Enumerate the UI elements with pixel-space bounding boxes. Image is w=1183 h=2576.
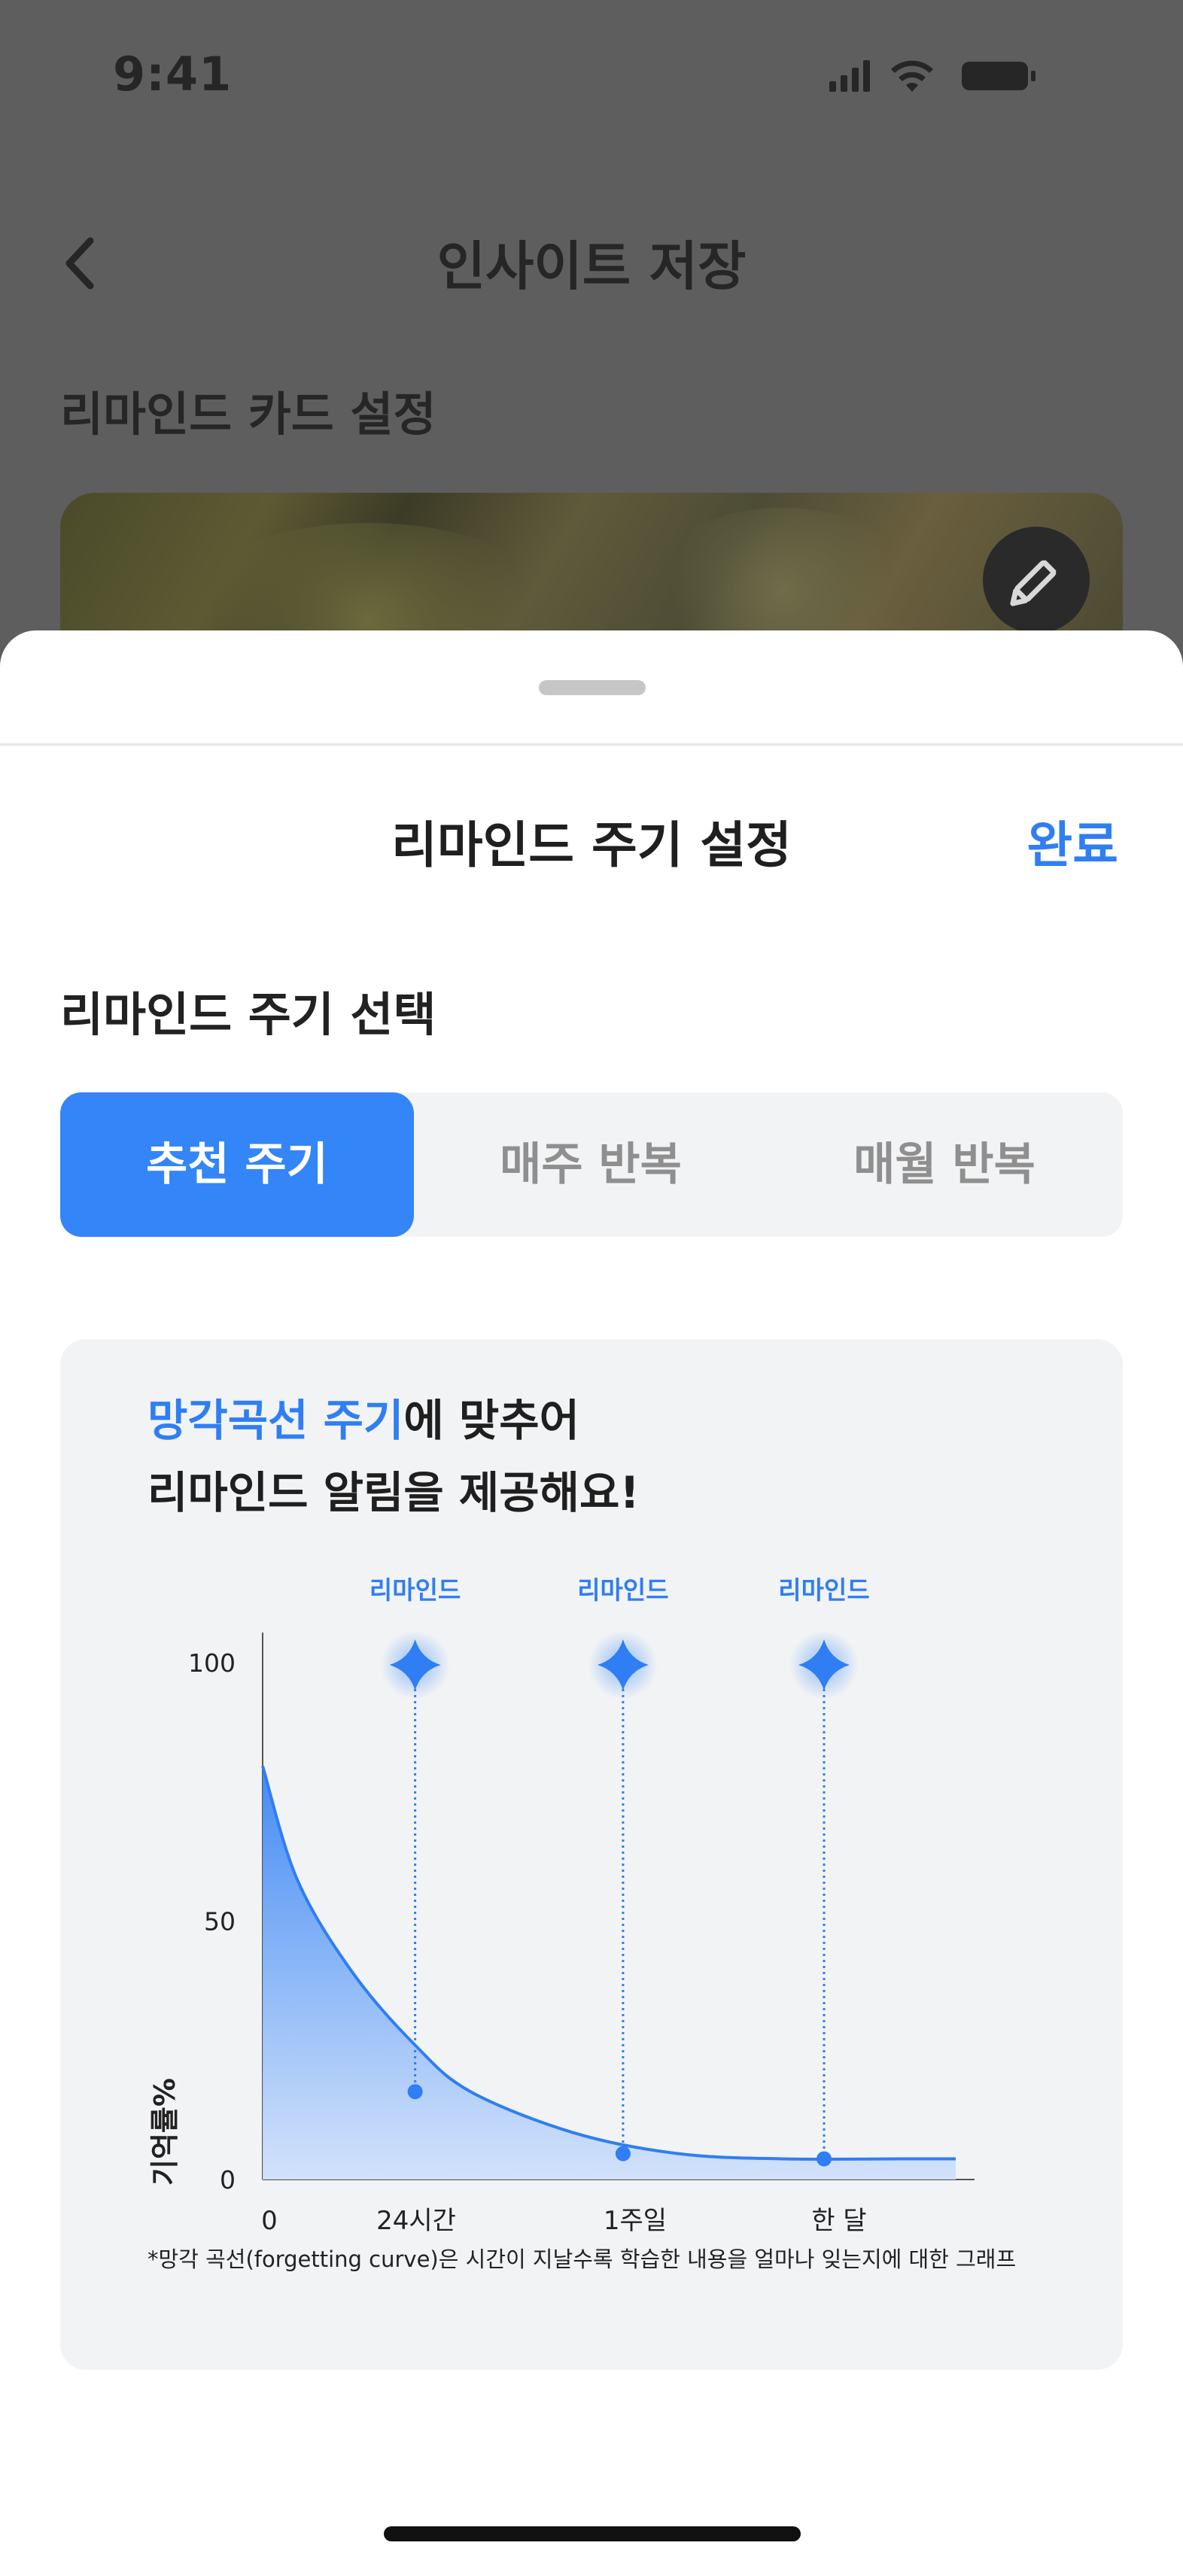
sheet-grabber[interactable] <box>539 680 646 695</box>
x-tick-label: 0 <box>261 2206 278 2236</box>
forgetting-curve-chart: 100 50 0 기억률% 0 24시간 1주일 한 달 리마인드 리마인드 리마인드 <box>148 1575 975 2236</box>
background-page-title: 인사이트 저장 <box>436 235 747 297</box>
reminder-label: 리마인드 <box>577 1575 668 1605</box>
option-recommended-cycle[interactable]: 추천 주기 <box>60 1092 414 1237</box>
x-tick-label: 한 달 <box>811 2206 866 2236</box>
curve-area <box>263 1766 956 2180</box>
y-tick-label: 100 <box>188 1648 236 1678</box>
status-icons <box>829 60 1036 92</box>
forgetting-curve-card: 망각곡선 주기에 맞추어 리마인드 알림을 제공해요! 100 50 0 기억률% 0 2… <box>60 1339 1123 2370</box>
edit-button[interactable] <box>983 527 1090 633</box>
y-tick-label: 0 <box>220 2165 236 2195</box>
battery-icon <box>962 62 1036 90</box>
signal-icon <box>829 60 870 92</box>
background-section-title: 리마인드 카드 설정 <box>60 387 436 442</box>
reminder-point <box>615 2146 631 2161</box>
cycle-select-label: 리마인드 주기 선택 <box>60 987 436 1042</box>
y-tick-label: 50 <box>204 1907 236 1937</box>
home-indicator <box>384 2526 801 2541</box>
status-time: 9:41 <box>113 47 233 102</box>
reminder-cycle-sheet: 리마인드 주기 설정 완료 리마인드 주기 선택 추천 주기 매주 반복 매월 … <box>0 630 1183 2576</box>
option-weekly-repeat[interactable]: 매주 반복 <box>414 1092 768 1237</box>
pencil-icon <box>1010 560 1057 606</box>
option-monthly-repeat[interactable]: 매월 반복 <box>768 1092 1121 1237</box>
wifi-icon <box>891 60 933 92</box>
reminder-point <box>817 2151 832 2167</box>
y-axis-label: 기억률% <box>148 2078 181 2186</box>
done-button[interactable]: 완료 <box>1027 805 1118 877</box>
background-screen: 9:41 인사이트 저장 리마인드 카드 설정 <box>0 0 1183 688</box>
reminder-label: 리마인드 <box>369 1575 461 1605</box>
chart-footnote: *망각 곡선(forgetting curve)은 시간이 지날수록 학습한 내… <box>147 2246 1017 2272</box>
reminder-point <box>407 2084 423 2100</box>
sheet-title: 리마인드 주기 설정 <box>391 816 792 874</box>
x-tick-label: 24시간 <box>376 2206 456 2236</box>
sheet-divider <box>0 743 1183 746</box>
x-tick-label: 1주일 <box>604 2206 667 2236</box>
reminder-label: 리마인드 <box>778 1575 869 1605</box>
cycle-segmented-control: 추천 주기 매주 반복 매월 반복 <box>60 1092 1123 1237</box>
